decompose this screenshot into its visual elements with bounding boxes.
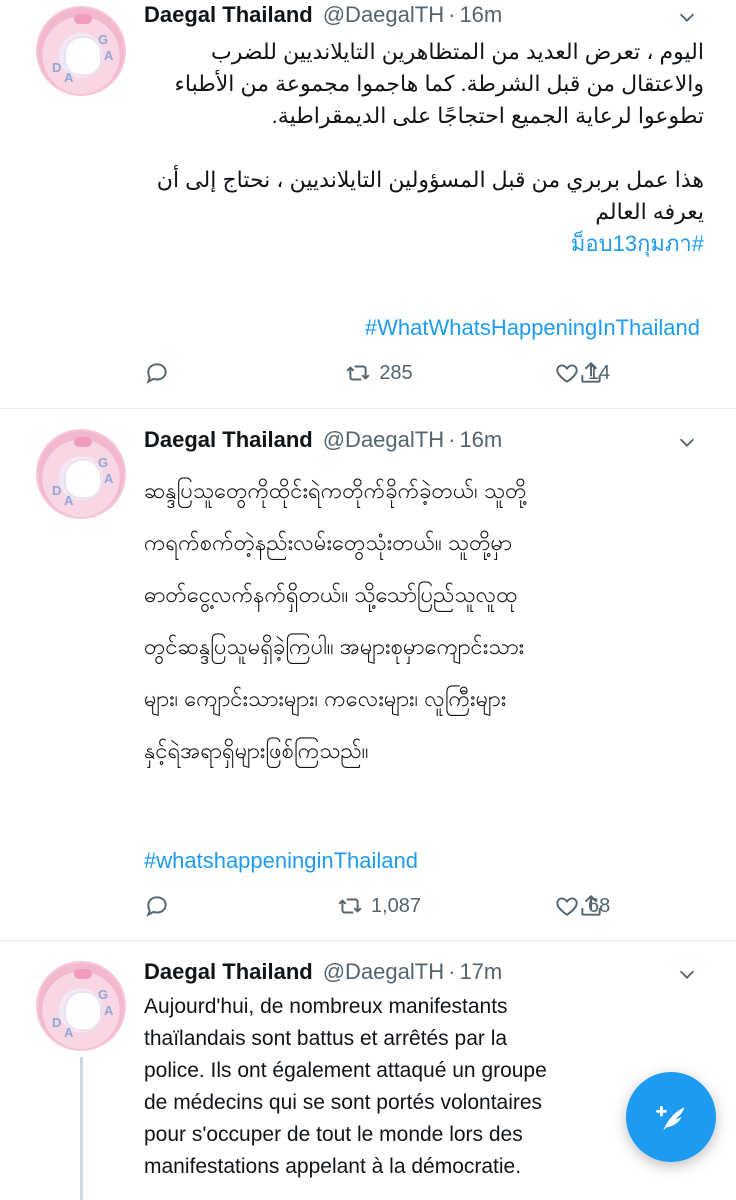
- tweet-line: ဆန္ဒပြသူတွေကိုထိုင်းရဲကတိုက်ခိုက်ခဲ့တယ်၊…: [144, 478, 527, 503]
- separator-dot: ·: [448, 959, 456, 984]
- avatar-letter: D: [52, 60, 62, 75]
- chevron-down-icon[interactable]: [676, 431, 698, 458]
- bow-decoration: [74, 437, 92, 447]
- tweet-line: police. Ils ont également attaqué un gro…: [144, 1059, 547, 1082]
- separator-dot: ·: [448, 427, 456, 452]
- tweet[interactable]: D A G A Daegal Thailand @DaegalTH · 16m …: [0, 0, 736, 408]
- tweet-line: manifestations appelant à la démocratie.: [144, 1155, 522, 1178]
- separator-dot: ·: [448, 2, 456, 27]
- retweet-count: 1,087: [370, 894, 422, 917]
- timestamp[interactable]: 16m: [459, 2, 502, 28]
- avatar[interactable]: D A G A: [36, 6, 126, 96]
- share-button[interactable]: [578, 893, 604, 924]
- share-icon: [581, 894, 601, 916]
- share-icon: [581, 361, 601, 383]
- tweet[interactable]: D A G A Daegal Thailand @DaegalTH · 17m …: [0, 941, 736, 1200]
- tweet-paragraph: هذا عمل بربري من قبل المسؤولين التايلاند…: [156, 167, 704, 224]
- avatar-letter: A: [104, 48, 114, 63]
- hashtag-link[interactable]: #WhatWhatsHappeningInThailand: [365, 315, 700, 340]
- avatar-letter: G: [98, 32, 109, 47]
- tweet-hashtags: #WhatWhatsHappeningInThailand: [144, 312, 700, 344]
- retweet-button[interactable]: 285: [345, 360, 413, 386]
- avatar-letter: G: [98, 455, 109, 470]
- display-name[interactable]: Daegal Thailand: [144, 959, 313, 985]
- retweet-icon: [346, 365, 370, 381]
- chevron-down-icon[interactable]: [676, 6, 698, 33]
- user-handle[interactable]: @DaegalTH: [323, 427, 444, 453]
- avatar-letter: A: [64, 493, 74, 508]
- tweet-line: များ၊ ကျောင်းသားများ၊ ကလေးများ၊ လူကြီးမျ…: [144, 686, 507, 711]
- tweet-text: اليوم ، تعرض العديد من المتظاهرين التايل…: [144, 36, 704, 260]
- tweet-line: နှင့်ရဲအရာရှိများဖြစ်ကြသည်။: [144, 738, 369, 763]
- compose-tweet-button[interactable]: [626, 1072, 716, 1162]
- avatar-letter: A: [64, 70, 74, 85]
- tweet-header: Daegal Thailand @DaegalTH · 17m: [144, 959, 502, 985]
- compose-tweet-icon: [656, 1105, 685, 1131]
- tweet-header: Daegal Thailand @DaegalTH · 16m: [144, 427, 502, 453]
- heart-icon: [556, 364, 578, 383]
- display-name[interactable]: Daegal Thailand: [144, 2, 313, 28]
- reply-button[interactable]: [144, 360, 204, 386]
- bow-decoration: [74, 969, 92, 979]
- tweet-line: de médecins qui se sont portés volontair…: [144, 1091, 543, 1114]
- avatar[interactable]: D A G A: [36, 429, 126, 519]
- tweet-line: pour s'occuper de tout le monde lors des: [144, 1123, 523, 1146]
- tweet-line: ဓာတ်ငွေ့လက်နက်ရှိတယ်။ သို့သော်ပြည်သူလူထု: [144, 582, 518, 607]
- heart-icon: [556, 897, 578, 916]
- timestamp[interactable]: 16m: [459, 427, 502, 453]
- tweet-header: Daegal Thailand @DaegalTH · 16m: [144, 2, 502, 28]
- tweet-text: Aujourd'hui, de nombreux manifestants th…: [144, 991, 664, 1183]
- tweet-line: thaïlandais sont battus et arrêtés par l…: [144, 1027, 508, 1050]
- tweet-line: Aujourd'hui, de nombreux manifestants: [144, 995, 508, 1018]
- tweet-paragraph: اليوم ، تعرض العديد من المتظاهرين التايل…: [174, 39, 704, 128]
- share-button[interactable]: [578, 360, 604, 391]
- reply-icon: [146, 896, 167, 917]
- user-handle[interactable]: @DaegalTH: [323, 959, 444, 985]
- avatar-letter: A: [104, 471, 114, 486]
- avatar-letter: D: [52, 1015, 62, 1030]
- timestamp[interactable]: 17m: [459, 959, 502, 985]
- avatar[interactable]: D A G A: [36, 961, 126, 1051]
- chevron-down-icon[interactable]: [676, 963, 698, 990]
- timeline: D A G A Daegal Thailand @DaegalTH · 16m …: [0, 0, 736, 1200]
- dog-illustration: [66, 38, 100, 74]
- thread-connector: [80, 1057, 83, 1200]
- tweet-actions: 1,087 68: [144, 893, 614, 919]
- dog-illustration: [66, 461, 100, 497]
- tweet-hashtags: #whatshappeninginThailand: [144, 845, 704, 877]
- user-handle[interactable]: @DaegalTH: [323, 2, 444, 28]
- display-name[interactable]: Daegal Thailand: [144, 427, 313, 453]
- retweet-button[interactable]: 1,087: [337, 893, 421, 919]
- tweet-actions: 285 14: [144, 360, 614, 386]
- bow-decoration: [74, 14, 92, 24]
- retweet-icon: [338, 898, 362, 914]
- avatar-letter: A: [104, 1003, 114, 1018]
- reply-button[interactable]: [144, 893, 204, 919]
- tweet-text: ဆန္ဒပြသူတွေကိုထိုင်းရဲကတိုက်ခိုက်ခဲ့တယ်၊…: [144, 465, 704, 777]
- tweet-line: တွင်ဆန္ဒပြသူမရှိခဲ့ကြပါ။ အများစုမှာကျောင…: [144, 634, 525, 659]
- reply-icon: [146, 363, 167, 384]
- tweet[interactable]: D A G A Daegal Thailand @DaegalTH · 16m …: [0, 409, 736, 939]
- tweet-line: ကရက်စက်တဲ့နည်းလမ်းတွေသုံးတယ်။ သူတို့မှာ: [144, 530, 513, 555]
- avatar-letter: A: [64, 1025, 74, 1040]
- avatar-letter: D: [52, 483, 62, 498]
- hashtag-link[interactable]: #ม็อบ13กุมภา: [144, 228, 704, 260]
- retweet-count: 285: [379, 361, 413, 384]
- hashtag-link[interactable]: #whatshappeninginThailand: [144, 848, 418, 873]
- avatar-letter: G: [98, 987, 109, 1002]
- dog-illustration: [66, 993, 100, 1029]
